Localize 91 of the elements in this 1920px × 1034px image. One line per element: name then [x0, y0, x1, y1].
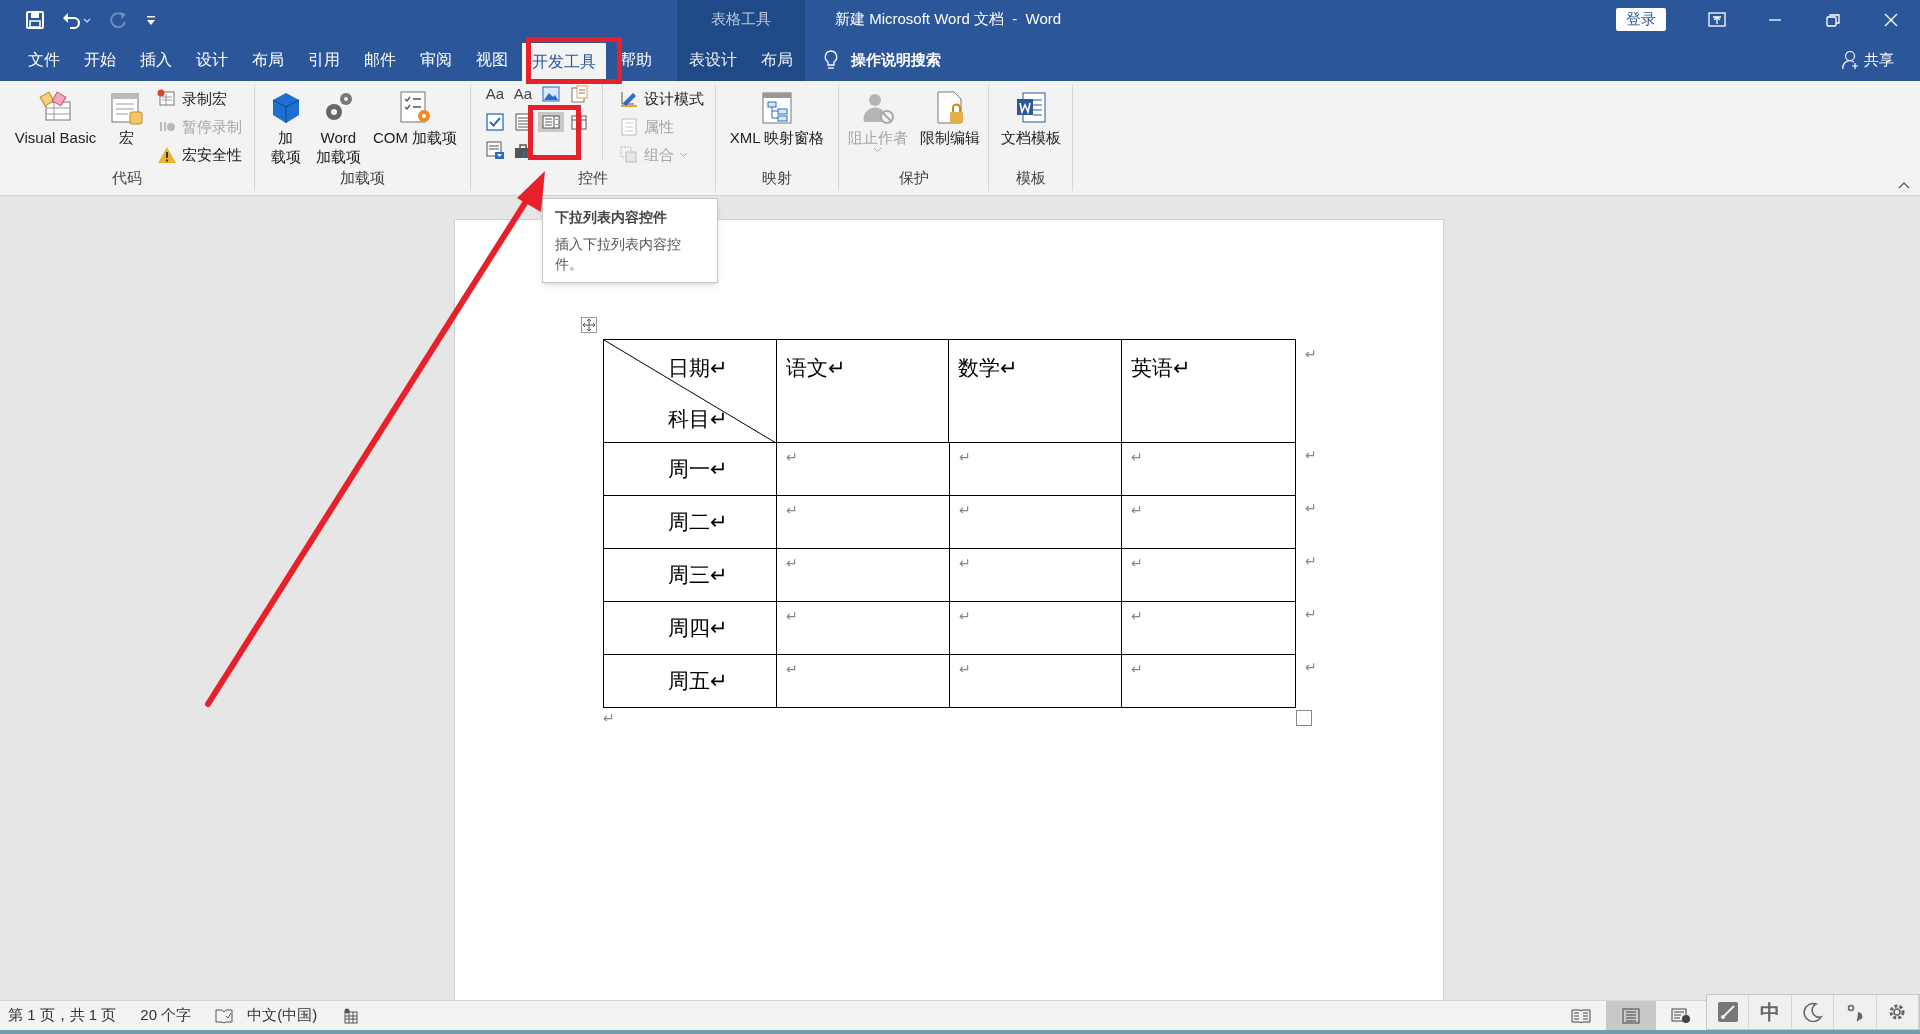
cell-text: 周三↵: [668, 562, 728, 589]
tooltip-text: 插入下拉列表内容控件。: [555, 235, 682, 274]
cell-text: 数学↵: [958, 356, 1019, 379]
ribbon-button[interactable]: 宏: [105, 87, 148, 147]
ribbon-button[interactable]: Word 加载项: [312, 87, 364, 166]
ribbon-button[interactable]: 宏安全性: [157, 143, 243, 167]
tell-me-search[interactable]: 操作说明搜索: [851, 48, 941, 72]
end-of-row-mark: ↵: [1305, 658, 1317, 677]
window-title: 新建 Microsoft Word 文档 - Word: [835, 9, 1062, 30]
cell-text: ↵: [958, 449, 971, 465]
cell-text: ↵: [785, 502, 798, 518]
ribbon-button[interactable]: 录制宏: [157, 87, 243, 111]
caret-icon: [873, 147, 882, 153]
schema-icon: [759, 90, 795, 126]
end-of-row-mark: ↵: [1305, 499, 1317, 518]
macro-sheet-icon: [108, 90, 145, 126]
cell-text: ↵: [785, 608, 798, 624]
macro-record-icon[interactable]: [343, 1007, 360, 1024]
cell-text: 周二↵: [668, 509, 728, 536]
ribbon-button[interactable]: Visual Basic: [11, 87, 100, 147]
end-of-row-mark: ↵: [1305, 605, 1317, 624]
cell-text: ↵: [785, 555, 798, 571]
warning-icon: [157, 145, 178, 165]
cell-text: 英语↵: [1131, 356, 1192, 379]
group-label: 模板: [1014, 168, 1047, 188]
web-layout-icon[interactable]: [1671, 1007, 1691, 1024]
group-label: 映射: [761, 168, 793, 188]
cell-text: ↵: [1131, 555, 1144, 571]
date-picker-icon[interactable]: [485, 140, 505, 160]
cell-text: 周五↵: [668, 668, 728, 695]
pen-square-icon[interactable]: [1716, 1001, 1739, 1023]
design-mode-icon: [619, 89, 639, 109]
customize-icon[interactable]: [146, 13, 156, 26]
properties-icon: [619, 117, 639, 137]
checkbox-icon[interactable]: [485, 112, 505, 132]
caret-icon: [679, 152, 688, 158]
group-label: 加载项: [339, 168, 386, 188]
cell-text: 周一↵: [668, 456, 728, 483]
group-label: 保护: [897, 168, 930, 188]
ribbon-button[interactable]: XML 映射窗格: [726, 87, 828, 147]
cell-text: ↵: [1131, 608, 1144, 624]
ribbon-button[interactable]: COM 加载项: [369, 87, 461, 147]
end-of-row-mark: ↵: [1305, 345, 1317, 364]
read-mode-icon[interactable]: [1571, 1007, 1591, 1024]
cell-text: 语文↵: [785, 356, 846, 379]
word-count[interactable]: 20 个字: [140, 1004, 192, 1027]
ribbon-button[interactable]: 加 载项: [264, 87, 307, 166]
group-label: 代码: [111, 168, 143, 188]
end-of-row-mark: ↵: [1305, 552, 1317, 571]
cell-text: ↵: [785, 449, 798, 465]
record-macro-icon: [157, 89, 178, 109]
cell-text: 科目↵: [668, 406, 728, 432]
ribbon-button[interactable]: 限制编辑: [916, 87, 983, 147]
ribbon-button[interactable]: 设计模式: [619, 87, 704, 111]
lightbulb-icon: [823, 49, 839, 71]
person-icon: [1842, 50, 1860, 70]
table-move-handle-icon[interactable]: [581, 317, 597, 333]
cell-text: ↵: [785, 661, 798, 677]
language-indicator[interactable]: 中文(中国): [247, 1004, 318, 1027]
save-icon[interactable]: [26, 10, 44, 29]
table-resize-handle[interactable]: [1296, 710, 1312, 726]
picture-control-icon[interactable]: [541, 84, 561, 104]
paragraph-mark: ↵: [603, 709, 615, 728]
cell-text: 周四↵: [668, 615, 728, 642]
end-of-row-mark: ↵: [1305, 446, 1317, 465]
content-control-button[interactable]: Aa: [510, 84, 536, 104]
cell-text: 日期↵: [668, 355, 728, 381]
cell-text: ↵: [958, 502, 971, 518]
content-control-button[interactable]: Aa: [482, 84, 508, 104]
group-icon: [619, 145, 639, 165]
cell-text: ↵: [1131, 449, 1144, 465]
share-button[interactable]: 共享: [1842, 39, 1920, 81]
context-tab-group-label: 表格工具: [711, 9, 771, 30]
proofing-icon[interactable]: [215, 1007, 234, 1024]
cell-text: ↵: [958, 555, 971, 571]
cell-text: ↵: [1131, 661, 1144, 677]
input-mode-button[interactable]: 中: [1760, 997, 1781, 1027]
cell-text: ↵: [958, 661, 971, 677]
checklist-gear-icon: [397, 90, 433, 126]
highlight-frame: [528, 105, 581, 160]
tooltip-title: 下拉列表内容控件: [555, 208, 668, 227]
moon-icon[interactable]: [1802, 1002, 1823, 1022]
dropdown-list-icon[interactable]: [541, 112, 561, 132]
ribbon-button[interactable]: 文档模板: [997, 87, 1064, 147]
page-count[interactable]: 第 1 页，共 1 页: [8, 1004, 117, 1027]
group-label: 控件: [577, 168, 609, 188]
login-button[interactable]: 登录: [1616, 8, 1666, 31]
collapse-ribbon-icon[interactable]: [1898, 181, 1910, 189]
cell-text: ↵: [1131, 502, 1144, 518]
ribbon-display-options-icon[interactable]: [1708, 10, 1726, 29]
cell-text: ↵: [958, 608, 971, 624]
